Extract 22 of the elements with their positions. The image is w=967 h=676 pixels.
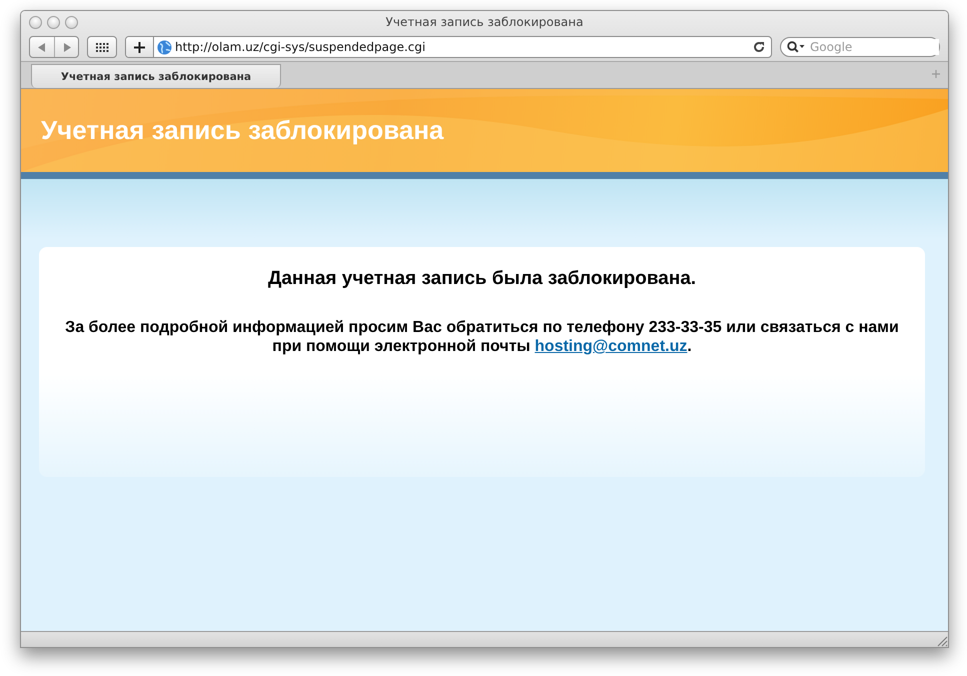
new-tab-icon[interactable]	[932, 70, 940, 78]
search-field[interactable]: Google	[780, 37, 940, 57]
window-title: Учетная запись заблокирована	[386, 15, 584, 29]
browser-tab[interactable]: Учетная запись заблокирована	[31, 64, 281, 88]
window-control-button[interactable]	[29, 16, 42, 28]
back-icon	[38, 42, 46, 52]
url-text: http://olam.uz/cgi-sys/suspendedpage.cgi	[174, 40, 426, 54]
resize-grip-icon[interactable]	[936, 635, 948, 647]
plus-icon	[134, 42, 145, 52]
grid-icon	[96, 42, 108, 52]
window-control-button[interactable]	[47, 16, 60, 28]
forward-icon	[62, 42, 70, 52]
window-control-button[interactable]	[65, 16, 78, 28]
search-icon	[787, 41, 805, 53]
notice-heading: Данная учетная запись была заблокирована.	[268, 268, 696, 290]
globe-icon	[157, 40, 172, 54]
address-field[interactable]: http://olam.uz/cgi-sys/suspendedpage.cgi	[125, 36, 772, 58]
notice-text: За более подробной информацией просим Вас обратиться по телефону 233-33-35 или связаться с нами при помощи электронной почты hosting@comnet.uz.	[64, 318, 900, 356]
reload-icon[interactable]	[753, 41, 765, 53]
email-link[interactable]: hosting@comnet.uz	[534, 338, 688, 355]
add-bookmark-button[interactable]	[126, 37, 154, 57]
page-header-title: Учетная запись заблокирована	[41, 115, 444, 146]
